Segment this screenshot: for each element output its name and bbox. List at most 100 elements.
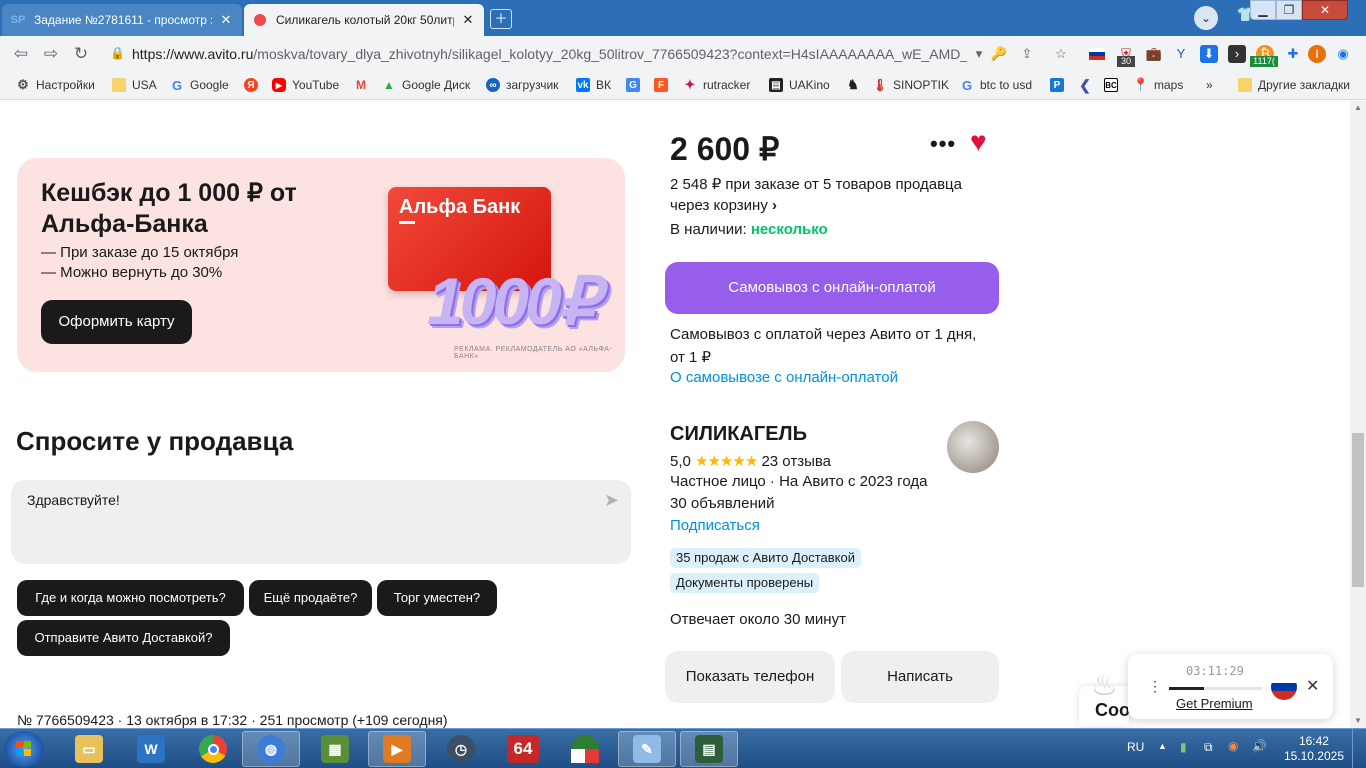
bookmark-p[interactable]: P [1050,78,1070,92]
taskbar-clock-display[interactable]: 16:42 15.10.2025 [1284,734,1344,764]
close-icon[interactable]: ✕ [1306,676,1319,696]
bookmark-google[interactable]: G Google [170,78,229,93]
russian-flag-icon[interactable] [1271,674,1297,700]
briefcase-icon[interactable]: 💼 [1145,45,1163,63]
page-scrollbar[interactable]: ▲ ▼ [1350,101,1366,728]
address-bar[interactable]: https://www.avito.ru/moskva/tovary_dlya_… [132,46,967,62]
terminal-icon[interactable]: › [1228,45,1246,63]
seller-avatar[interactable] [947,421,999,473]
quick-question-chip[interactable]: Где и когда можно посмотреть? [17,580,244,616]
tab-avito[interactable]: Силикагель колотый 20кг 50литр... ✕ [244,4,484,36]
forward-icon[interactable]: ⇨ [40,44,62,64]
bulk-cart-link[interactable]: через корзину › [670,197,777,214]
favorite-heart-icon[interactable]: ♥ [970,127,987,157]
scroll-down-icon[interactable]: ▼ [1350,714,1366,728]
bookmark-f[interactable]: F [654,78,674,92]
bookmark-vk[interactable]: vk ВК [576,78,611,92]
bookmark-rutracker[interactable]: ✦ rutracker [683,77,751,92]
tab-task[interactable]: SP Задание №2781611 - просмотр з... ✕ [2,4,242,36]
star-icon[interactable]: ☆ [1052,45,1070,63]
more-options-icon[interactable]: ••• [930,131,956,157]
widget-progress-bar[interactable] [1169,687,1262,690]
show-phone-button[interactable]: Показать телефон [665,651,835,703]
bookmark-yandex[interactable]: Я [244,78,264,92]
bookmark-gmail[interactable]: M [354,78,374,92]
bookmark-usa[interactable]: USA [112,78,157,92]
show-desktop-button[interactable] [1352,729,1366,768]
tab-search-icon[interactable]: ⌄ [1194,6,1218,30]
taskbar-explorer[interactable]: ▭ [60,731,118,767]
write-message-button[interactable]: Написать [841,651,999,703]
scroll-up-icon[interactable]: ▲ [1350,101,1366,115]
lock-icon[interactable]: 🔒 [110,46,125,60]
bookmark-figure[interactable]: ♞ [846,77,866,92]
language-indicator[interactable]: RU [1127,740,1144,768]
back-icon[interactable]: ⇦ [10,44,32,64]
taskbar-aida64[interactable]: 64 [494,731,552,767]
minimize-button[interactable]: ▁ [1250,0,1276,20]
puzzle-icon[interactable]: ✚ [1284,45,1302,63]
bookmark-btc[interactable]: Gbtc to usd [960,78,1032,93]
quick-question-chip[interactable]: Отправите Авито Доставкой? [17,620,230,656]
tray-device-icon[interactable]: ⧉ [1204,740,1213,768]
cookie-notice[interactable]: ♨ Coo [1079,669,1130,726]
bookmark-translate[interactable]: G [626,78,646,92]
message-text: Здравствуйте! [27,492,120,508]
alfa-promo-banner[interactable]: Кешбэк до 1 000 ₽ от Альфа-Банка — При з… [17,158,625,372]
tray-avast-icon[interactable]: ◉ [1228,739,1238,768]
send-icon[interactable]: ➤ [604,490,619,511]
bookmark-maps[interactable]: 📍 maps [1133,77,1183,92]
bookmark-settings[interactable]: ⚙ Настройки [16,77,95,92]
taskbar-notepad[interactable]: ✎ [618,731,676,767]
seller-ads-count[interactable]: 30 объявлений [670,495,775,512]
get-premium-link[interactable]: Get Premium [1176,696,1253,711]
new-tab-icon[interactable]: ＋ [490,9,512,29]
bookmarks-more-button[interactable]: » [1206,78,1213,92]
message-input[interactable]: Здравствуйте! ➤ [11,480,631,564]
widget-menu-icon[interactable]: ⋮ [1148,678,1162,695]
flag-ru-icon[interactable] [1088,45,1106,63]
tray-expand-icon[interactable]: ▲ [1158,741,1167,768]
bookmark-sinoptik[interactable]: 🌡 SINOPTIK [872,78,949,92]
share-icon[interactable]: ⇪ [1018,45,1036,63]
taskbar-clock[interactable]: ◷ [432,731,490,767]
maximize-button[interactable]: ❐ [1276,0,1302,20]
taskbar-globe[interactable]: ◍ [242,731,300,767]
taskbar-media[interactable]: ▶ [368,731,426,767]
price: 2 600 ₽ [670,131,780,167]
scrollbar-thumb[interactable] [1352,433,1364,587]
bookmark-youtube[interactable]: ▶ YouTube [272,78,339,92]
other-bookmarks[interactable]: Другие закладки [1238,78,1350,92]
pickup-online-payment-button[interactable]: Самовывоз с онлайн-оплатой [665,262,999,314]
tray-green-icon[interactable]: ▮ [1180,740,1187,768]
quick-question-chip[interactable]: Торг уместен? [377,580,497,616]
update-icon[interactable]: ◉ [1334,45,1352,63]
quick-question-chip[interactable]: Ещё продаёте? [249,580,372,616]
key-icon[interactable]: 🔑 [990,45,1008,63]
close-icon[interactable]: ✕ [218,12,234,28]
seller-name[interactable]: СИЛИКАГЕЛЬ [670,423,807,446]
bookmark-uakino[interactable]: ▤ UAKino [769,78,830,92]
start-button[interactable] [4,731,44,767]
profile-avatar-icon[interactable]: I [1308,45,1326,63]
bookmark-downloader[interactable]: ∞ загрузчик [486,78,558,92]
taskbar-shield[interactable]: W [122,731,180,767]
taskbar-monitor[interactable]: ▤ [680,731,738,767]
get-card-button[interactable]: Оформить карту [41,300,192,344]
window-close-button[interactable]: ✕ [1302,0,1348,20]
taskbar-umbrella[interactable] [556,731,614,767]
taskbar-chrome[interactable] [184,731,242,767]
bookmark-arrow[interactable]: ❮ [1078,77,1098,93]
pickup-info-link[interactable]: О самовывозе с онлайн-оплатой [670,369,898,386]
reload-icon[interactable]: ↻ [70,44,92,64]
close-icon[interactable]: ✕ [460,12,476,28]
y-icon[interactable]: Y [1172,45,1190,63]
bookmark-drive[interactable]: ▲ Google Диск [382,78,470,92]
dropdown-icon[interactable]: ▾ [970,45,988,63]
subscribe-link[interactable]: Подписаться [670,517,760,534]
taskbar-calc[interactable]: ▦ [306,731,364,767]
seller-rating[interactable]: 5,0 ★★★★★ 23 отзыва [670,452,831,470]
volume-icon[interactable]: 🔊 [1252,739,1267,768]
bookmark-bc[interactable]: BC [1104,78,1124,92]
download-icon[interactable]: ⬇ [1200,45,1218,63]
